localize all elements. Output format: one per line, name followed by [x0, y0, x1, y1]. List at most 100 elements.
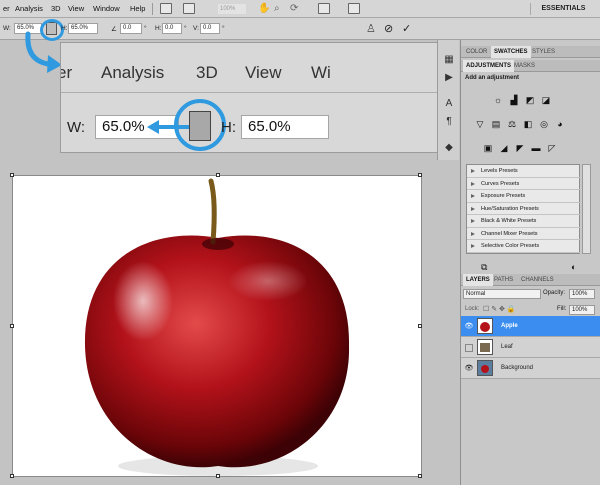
- vibrance-icon[interactable]: ▽: [475, 119, 485, 129]
- cancel-transform-icon[interactable]: ⊘: [384, 22, 393, 35]
- list-item[interactable]: Channel Mixer Presets: [467, 228, 581, 240]
- color-balance-icon[interactable]: ⚖: [507, 119, 517, 129]
- expand-triangle-icon[interactable]: [471, 194, 475, 198]
- apple-thumbnail-icon: [480, 322, 490, 332]
- curves-icon[interactable]: ◩: [525, 95, 535, 105]
- opacity-field[interactable]: 100%: [569, 289, 595, 299]
- tab-channels[interactable]: CHANNELS: [518, 274, 557, 286]
- tab-adjustments[interactable]: ADJUSTMENTS: [463, 60, 515, 72]
- tab-swatches[interactable]: SWATCHES: [491, 46, 531, 58]
- pointer-arrow-icon: [25, 31, 62, 73]
- gradient-map-icon[interactable]: ▬: [531, 143, 541, 153]
- vskew-field[interactable]: 0.0: [200, 23, 220, 34]
- selective-color-icon[interactable]: ◸: [547, 143, 557, 153]
- list-item[interactable]: Black & White Presets: [467, 215, 581, 228]
- transform-handle[interactable]: [216, 173, 220, 177]
- expand-triangle-icon[interactable]: [471, 231, 475, 236]
- zoom-tool-icon[interactable]: ⌕: [274, 3, 280, 14]
- transform-handle[interactable]: [216, 474, 220, 478]
- callout-height-field: 65.0%: [241, 115, 329, 139]
- transform-handle[interactable]: [10, 474, 14, 478]
- image-canvas[interactable]: [10, 173, 422, 478]
- exposure-icon[interactable]: ◪: [541, 95, 551, 105]
- list-item[interactable]: Exposure Presets: [467, 190, 581, 203]
- preset-label: Exposure Presets: [481, 193, 526, 199]
- transform-handle[interactable]: [10, 324, 14, 328]
- brightness-icon[interactable]: ☼: [493, 95, 503, 105]
- actions-icon[interactable]: ▶: [443, 72, 455, 84]
- zoom-field[interactable]: 100%: [218, 4, 246, 14]
- menu-filter[interactable]: er: [3, 4, 10, 13]
- tab-layers[interactable]: LAYERS: [463, 274, 493, 286]
- workspace-switcher[interactable]: ESSENTIALS: [530, 3, 596, 15]
- character-icon[interactable]: A: [443, 98, 455, 110]
- levels-icon[interactable]: ▟: [509, 95, 519, 105]
- tool-presets-icon[interactable]: ◆: [443, 142, 455, 154]
- layer-thumbnail: [477, 318, 493, 334]
- rotate-view-icon[interactable]: ⟳: [290, 3, 298, 14]
- arrange-documents-icon[interactable]: [318, 3, 330, 14]
- layer-row-apple[interactable]: 👁 Apple: [461, 316, 600, 337]
- transform-handle[interactable]: [10, 173, 14, 177]
- paragraph-icon[interactable]: ¶: [443, 116, 455, 128]
- channel-mixer-icon[interactable]: ◕: [555, 119, 565, 129]
- tab-color[interactable]: COLOR: [463, 46, 490, 58]
- panel-dock-strip: ▦ ▶ A ¶ ◆: [437, 40, 459, 160]
- tab-paths[interactable]: PATHS: [491, 274, 516, 286]
- bridge-icon[interactable]: [160, 3, 172, 14]
- hand-tool-icon[interactable]: ✋: [258, 3, 270, 14]
- fill-field[interactable]: 100%: [569, 305, 595, 315]
- presets-scrollbar[interactable]: [582, 164, 591, 254]
- black-white-icon[interactable]: ◧: [523, 119, 533, 129]
- expand-triangle-icon[interactable]: [471, 244, 475, 248]
- expand-triangle-icon[interactable]: [471, 219, 475, 223]
- hskew-field[interactable]: 0.0: [162, 23, 182, 34]
- preset-label: Hue/Saturation Presets: [481, 205, 539, 212]
- transform-handle[interactable]: [418, 173, 422, 177]
- expand-triangle-icon[interactable]: [471, 181, 475, 186]
- transform-handle[interactable]: [418, 324, 422, 328]
- hue-saturation-icon[interactable]: ▤: [491, 119, 501, 129]
- preset-label: Curves Presets: [481, 180, 520, 187]
- layer-row-background[interactable]: 👁 Background: [461, 358, 600, 379]
- photo-filter-icon[interactable]: ◎: [539, 119, 549, 129]
- tab-styles[interactable]: STYLES: [529, 46, 558, 58]
- menu-3d[interactable]: 3D: [51, 4, 61, 13]
- menu-analysis[interactable]: Analysis: [15, 4, 43, 13]
- lock-icons[interactable]: ☐ ✎ ✥ 🔒: [483, 305, 516, 313]
- commit-transform-icon[interactable]: ✓: [402, 22, 411, 35]
- view-extras-icon[interactable]: [183, 3, 195, 14]
- history-icon[interactable]: ▦: [443, 54, 455, 66]
- list-item[interactable]: Levels Presets: [467, 165, 581, 178]
- blend-mode-select[interactable]: Normal: [463, 289, 541, 299]
- panels-column: COLOR SWATCHES STYLES ADJUSTMENTS MASKS …: [460, 40, 600, 485]
- transform-handle[interactable]: [418, 474, 422, 478]
- eye-icon[interactable]: 👁: [464, 322, 474, 331]
- menu-window[interactable]: Window: [93, 4, 120, 13]
- clip-layer-icon[interactable]: ⧉: [481, 262, 487, 273]
- list-item[interactable]: Curves Presets: [467, 178, 581, 190]
- layer-name: Leaf: [501, 344, 513, 350]
- height-field[interactable]: 65.0%: [68, 23, 98, 34]
- fill-label: Fill:: [557, 306, 567, 312]
- invert-icon[interactable]: ▣: [483, 143, 493, 153]
- tab-masks[interactable]: MASKS: [511, 60, 538, 72]
- panel-options-icon[interactable]: ◐: [571, 262, 576, 272]
- layer-thumbnail: [477, 339, 493, 355]
- threshold-icon[interactable]: ◤: [515, 143, 525, 153]
- eye-icon[interactable]: 👁: [464, 364, 474, 373]
- list-item[interactable]: Hue/Saturation Presets: [467, 203, 581, 215]
- posterize-icon[interactable]: ◢: [499, 143, 509, 153]
- screen-mode-icon[interactable]: [348, 3, 360, 14]
- expand-triangle-icon[interactable]: [471, 169, 475, 173]
- layer-row-leaf[interactable]: Leaf: [461, 337, 600, 358]
- menu-help[interactable]: Help: [130, 4, 145, 13]
- warp-icon[interactable]: ♙: [366, 22, 376, 35]
- list-item[interactable]: Selective Color Presets: [467, 240, 581, 253]
- callout-menu-bar: er Analysis 3D View Wi: [61, 43, 437, 93]
- menu-view[interactable]: View: [68, 4, 84, 13]
- angle-field[interactable]: 0.0: [120, 23, 142, 34]
- expand-triangle-icon[interactable]: [471, 206, 475, 211]
- visibility-box[interactable]: [465, 344, 473, 352]
- options-bar: W: 65.0% H: 65.0% ∠ 0.0 ° H: 0.0 ° V: 0.…: [0, 18, 600, 41]
